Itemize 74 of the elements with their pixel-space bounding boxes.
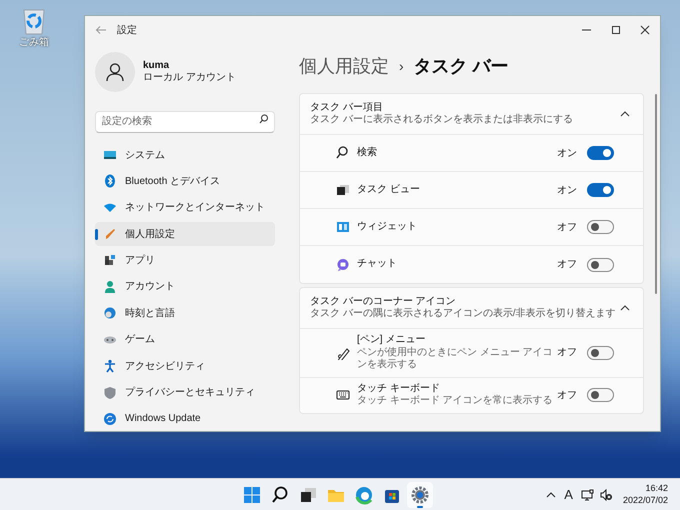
sidebar-item[interactable]: アプリ <box>95 248 275 273</box>
toggle-state-label: オフ <box>557 388 577 402</box>
page-title: タスク バー <box>414 54 509 78</box>
sidebar-item[interactable]: システム <box>95 143 275 167</box>
breadcrumb-parent[interactable]: 個人用設定 <box>299 52 389 80</box>
sidebar-item[interactable]: ゲーム <box>95 328 275 352</box>
search-icon <box>259 114 268 124</box>
pen-icon <box>336 346 350 360</box>
apps-icon <box>103 254 117 268</box>
keyboard-icon <box>336 388 350 402</box>
back-arrow-icon[interactable] <box>95 25 107 35</box>
sidebar-item[interactable]: Bluetooth とデバイス <box>95 169 275 194</box>
sidebar-item[interactable]: アカウント <box>95 274 275 299</box>
section-subtitle: タスク バーの隅に表示されるアイコンの表示/非表示を切り替えます <box>310 308 617 320</box>
clock-time[interactable]: 16:42 <box>645 483 668 494</box>
toggle-switch[interactable] <box>587 388 614 402</box>
toggle-state-label: オン <box>557 146 577 160</box>
maximize-icon[interactable] <box>611 25 621 35</box>
gear-icon <box>410 484 430 504</box>
setting-label: タスク ビュー <box>357 184 421 196</box>
chevron-up-icon[interactable] <box>546 490 556 498</box>
setting-description: ペンが使用中のときにペン メニュー アイコンを表示する <box>357 346 554 372</box>
setting-label: 検索 <box>357 146 378 160</box>
sidebar-item[interactable]: 時刻と言語 <box>95 301 275 326</box>
search-icon <box>336 146 350 160</box>
toggle-switch[interactable] <box>587 258 614 272</box>
window-title: 設定 <box>117 24 137 38</box>
setting-description: タッチ キーボード アイコンを常に表示する <box>357 395 554 408</box>
sidebar-item[interactable]: Windows Update <box>95 406 275 431</box>
section-title: タスク バー項目 <box>310 102 384 114</box>
clock-date[interactable]: 2022/07/02 <box>622 494 668 506</box>
network-icon[interactable] <box>580 488 594 500</box>
toggle-switch[interactable] <box>587 346 614 360</box>
section-title: タスク バーのコーナー アイコン <box>310 296 457 308</box>
widgets-icon <box>336 220 350 234</box>
toggle-switch[interactable] <box>587 183 614 197</box>
task-view-icon <box>336 183 350 197</box>
ime-indicator[interactable]: A <box>564 484 573 504</box>
shield-icon <box>103 386 117 400</box>
section-subtitle: タスク バーに表示されるボタンを表示または非表示にする <box>310 114 574 126</box>
breadcrumb-separator: › <box>399 56 404 76</box>
setting-label: ウィジェット <box>357 220 418 234</box>
close-icon[interactable] <box>640 25 650 35</box>
sidebar-item[interactable]: アクセシビリティ <box>95 354 275 378</box>
sidebar-item[interactable]: プライバシーとセキュリティ <box>95 380 275 405</box>
person-icon <box>103 280 117 294</box>
selection-indicator <box>95 229 98 240</box>
toggle-state-label: オフ <box>557 346 577 360</box>
setting-label: チャット <box>357 258 398 271</box>
user-name: kuma <box>143 60 170 72</box>
bluetooth-icon <box>103 174 117 188</box>
toggle-state-label: オフ <box>557 220 577 234</box>
monitor-icon <box>103 148 117 162</box>
toggle-state-label: オン <box>557 184 577 198</box>
speaker-muted-icon[interactable] <box>600 488 613 500</box>
section-header[interactable]: タスク バー項目 タスク バーに表示されるボタンを表示または非表示にする <box>300 94 643 135</box>
account-type: ローカル アカウント <box>143 72 236 84</box>
accessibility-icon <box>103 359 117 374</box>
sidebar-item[interactable]: 個人用設定 <box>95 222 275 246</box>
setting-label: [ペン] メニュー <box>357 334 426 346</box>
update-icon <box>103 412 117 426</box>
start-icon <box>242 484 262 504</box>
brush-icon <box>103 227 117 242</box>
chat-icon <box>336 258 350 272</box>
search-icon <box>270 484 290 504</box>
setting-label: タッチ キーボード <box>357 382 441 395</box>
search-field[interactable]: 設定の検索 <box>95 110 275 132</box>
sidebar-item[interactable]: ネットワークとインターネット <box>95 196 275 220</box>
section-header[interactable]: タスク バーのコーナー アイコン タスク バーの隅に表示されるアイコンの表示/非表示を切り替えます <box>300 288 643 329</box>
toggle-switch[interactable] <box>587 220 614 234</box>
toggle-state-label: オフ <box>557 258 577 272</box>
avatar <box>95 52 135 92</box>
globe-clock-icon <box>103 306 117 320</box>
toggle-switch[interactable] <box>587 146 614 160</box>
